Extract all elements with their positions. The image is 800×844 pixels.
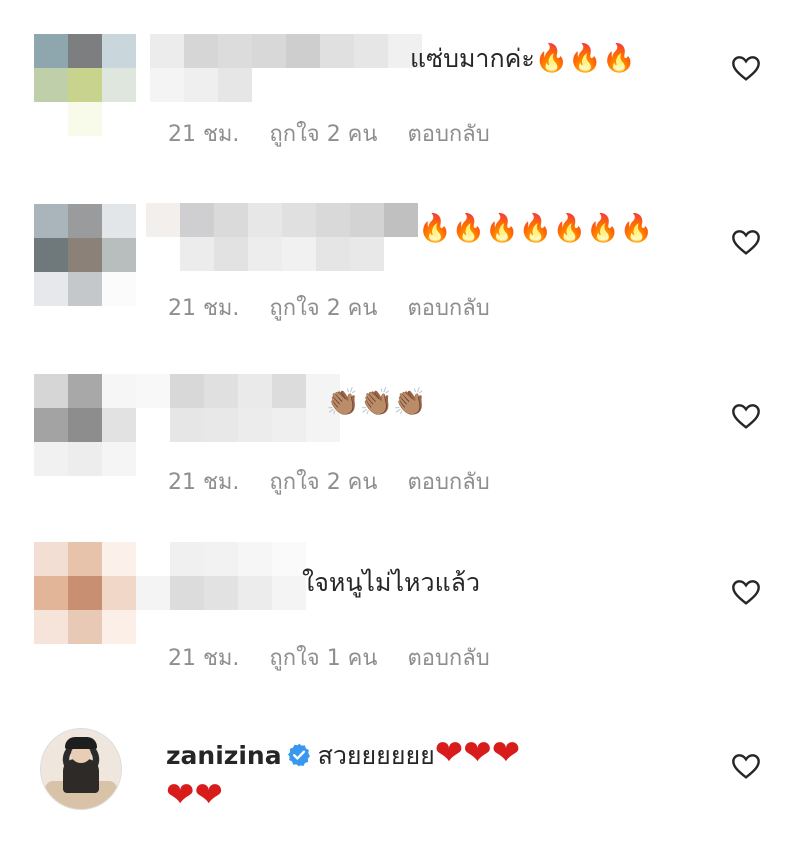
comment-meta: 21 ชม. ถูกใจ 1 คน ตอบกลับ (168, 640, 520, 675)
red-heart-emoji: ❤❤❤ (434, 733, 521, 773)
heart-outline-icon[interactable] (730, 400, 762, 432)
fire-emoji: 🔥🔥🔥 (534, 43, 636, 74)
comment-body: แซ่บมากค่ะ (410, 44, 535, 73)
avatar[interactable] (34, 374, 136, 476)
heart-outline-icon[interactable] (730, 750, 762, 782)
username-link[interactable] (136, 374, 340, 442)
username-link[interactable] (146, 203, 418, 271)
avatar[interactable] (34, 204, 136, 306)
comment-body: สวยยยยยย (317, 741, 435, 770)
reply-button[interactable]: ตอบกลับ (407, 646, 489, 671)
avatar[interactable] (40, 728, 122, 810)
comment-text-line2: ❤❤ (166, 778, 223, 815)
heart-outline-icon[interactable] (730, 226, 762, 258)
username-link[interactable]: zanizina (166, 741, 282, 770)
fire-emoji: 🔥🔥🔥🔥🔥🔥🔥 (418, 213, 654, 244)
clapping-hands-emoji: 👏🏽👏🏽👏🏽 (326, 387, 427, 418)
reply-button[interactable]: ตอบกลับ (407, 470, 489, 495)
timestamp[interactable]: 21 ชม. (168, 646, 239, 671)
avatar-photo-hat (65, 737, 97, 749)
avatar[interactable] (34, 34, 136, 136)
reply-button[interactable]: ตอบกลับ (407, 296, 489, 321)
likes-count[interactable]: ถูกใจ 2 คน (269, 470, 377, 495)
timestamp[interactable]: 21 ชม. (168, 122, 239, 147)
comment-body: ใจหนูไม่ไหวแล้ว (302, 568, 481, 597)
reply-button[interactable]: ตอบกลับ (407, 122, 489, 147)
comment-text: zanizina สวยยยยยย❤❤❤ (166, 736, 520, 773)
timestamp[interactable]: 21 ชม. (168, 296, 239, 321)
heart-outline-icon[interactable] (730, 576, 762, 608)
comment-meta: 21 ชม. ถูกใจ 2 คน ตอบกลับ (168, 464, 520, 499)
comment-meta: 21 ชม. ถูกใจ 2 คน ตอบกลับ (168, 290, 520, 325)
red-heart-emoji: ❤❤ (166, 775, 223, 815)
likes-count[interactable]: ถูกใจ 1 คน (269, 646, 377, 671)
timestamp[interactable]: 21 ชม. (168, 470, 239, 495)
comment-text: แซ่บมากค่ะ🔥🔥🔥 (410, 42, 636, 76)
verified-badge-icon (287, 743, 310, 767)
comment-meta: 21 ชม. ถูกใจ 2 คน ตอบกลับ (168, 116, 520, 151)
username-link[interactable] (136, 542, 306, 610)
comment-text: 🔥🔥🔥🔥🔥🔥🔥 (418, 212, 653, 246)
avatar[interactable] (34, 542, 136, 644)
heart-outline-icon[interactable] (730, 52, 762, 84)
likes-count[interactable]: ถูกใจ 2 คน (269, 122, 377, 147)
avatar-photo-figure (63, 759, 99, 793)
username-link[interactable] (150, 34, 422, 102)
comment-text: 👏🏽👏🏽👏🏽 (326, 386, 427, 420)
likes-count[interactable]: ถูกใจ 2 คน (269, 296, 377, 321)
comment-text: ใจหนูไม่ไหวแล้ว (302, 566, 480, 600)
